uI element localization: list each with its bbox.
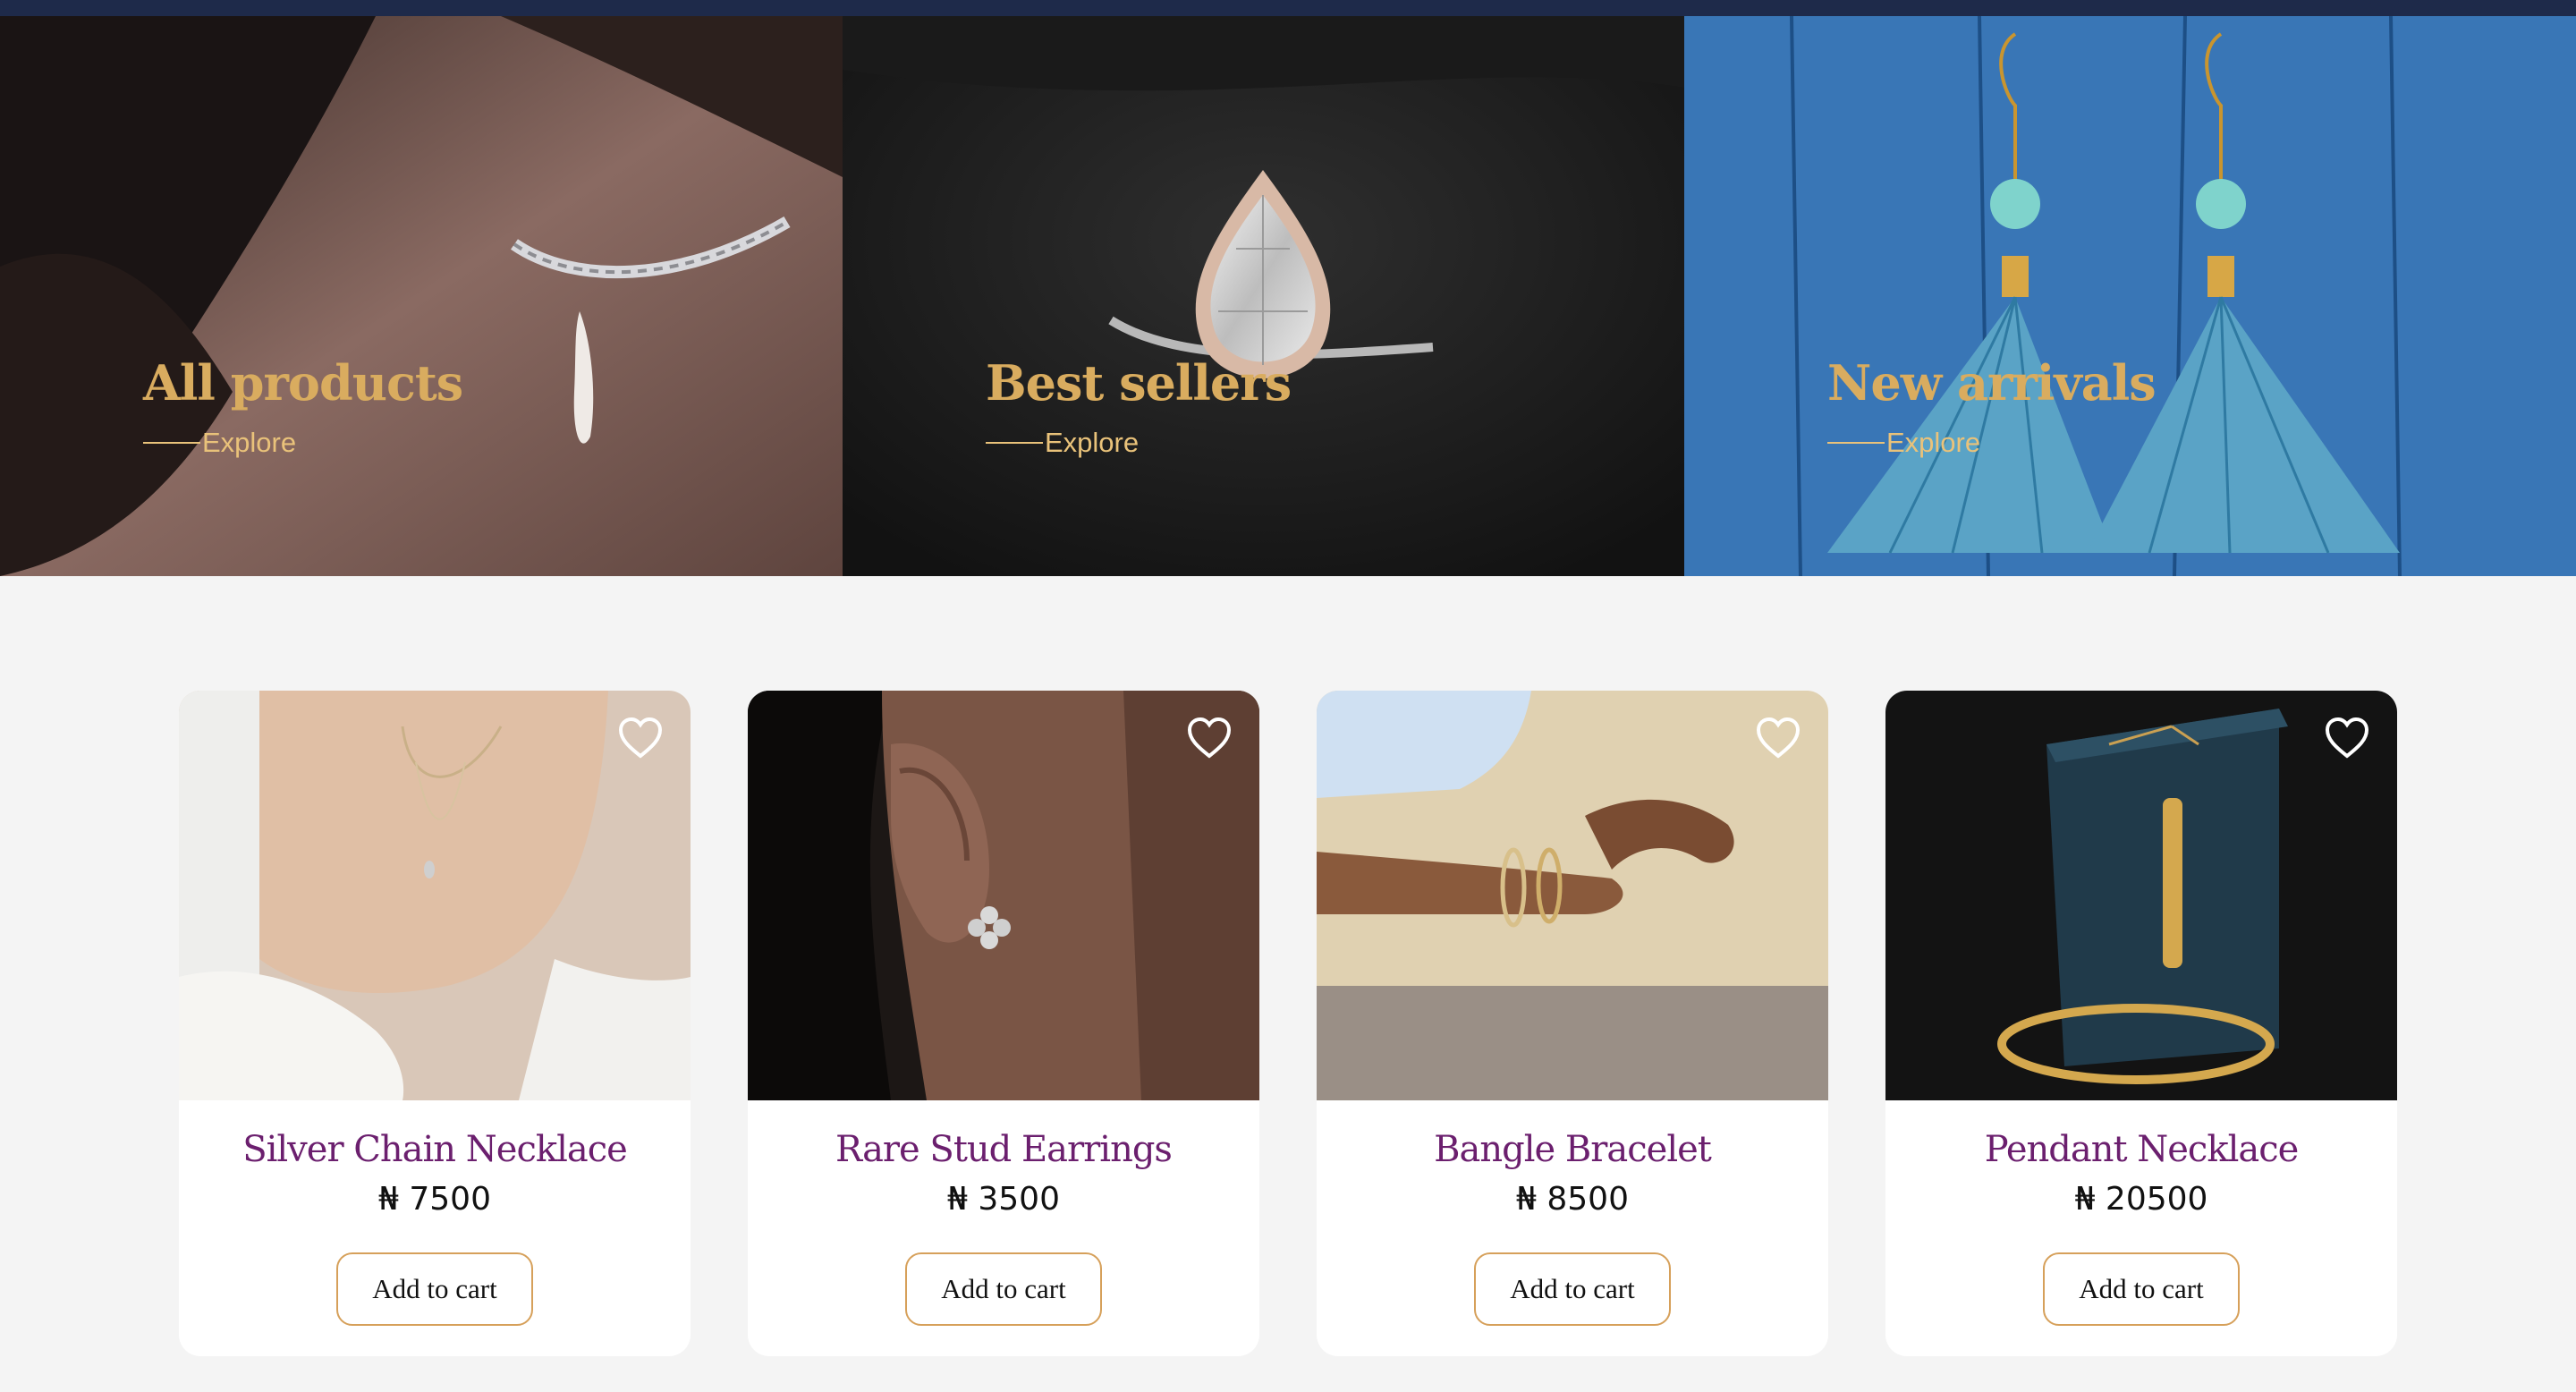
banner-title: All products — [143, 354, 463, 412]
category-banner-all-products[interactable]: All products Explore — [0, 16, 843, 576]
product-card[interactable]: Pendant Necklace ₦ 20500 Add to cart — [1885, 691, 2397, 1356]
banner-title: Best sellers — [986, 354, 1292, 412]
explore-label: Explore — [202, 427, 297, 458]
pendant-photo — [1885, 691, 2397, 1100]
category-banner-best-sellers[interactable]: Best sellers Explore — [843, 16, 1684, 576]
explore-line — [143, 442, 200, 444]
heart-outline-icon[interactable] — [2324, 716, 2370, 762]
explore-link[interactable]: Explore — [1827, 427, 1980, 459]
product-price: ₦ 20500 — [2074, 1181, 2208, 1218]
heart-outline-icon[interactable] — [1755, 716, 1801, 762]
product-name: Rare Stud Earrings — [835, 1129, 1173, 1170]
category-banner-new-arrivals[interactable]: New arrivals Explore — [1684, 16, 2576, 576]
explore-link[interactable]: Explore — [143, 427, 296, 459]
explore-line — [986, 442, 1043, 444]
add-to-cart-button[interactable]: Add to cart — [336, 1252, 533, 1326]
product-image[interactable] — [179, 691, 691, 1100]
add-to-cart-button[interactable]: Add to cart — [905, 1252, 1102, 1326]
heart-outline-icon[interactable] — [1186, 716, 1233, 762]
new-arrivals-banner-image — [1684, 16, 2576, 576]
add-to-cart-button[interactable]: Add to cart — [2043, 1252, 2240, 1326]
product-price: ₦ 7500 — [378, 1181, 491, 1218]
product-image[interactable] — [748, 691, 1259, 1100]
banner-title: New arrivals — [1827, 354, 2157, 412]
product-price: ₦ 3500 — [947, 1181, 1060, 1218]
all-products-banner-image — [0, 16, 843, 576]
product-card[interactable]: Silver Chain Necklace ₦ 7500 Add to cart — [179, 691, 691, 1356]
add-to-cart-button[interactable]: Add to cart — [1474, 1252, 1671, 1326]
product-image[interactable] — [1885, 691, 2397, 1100]
product-image[interactable] — [1317, 691, 1828, 1100]
product-name: Bangle Bracelet — [1434, 1129, 1712, 1170]
explore-label: Explore — [1886, 427, 1981, 458]
top-nav-strip — [0, 0, 2576, 16]
product-price: ₦ 8500 — [1516, 1181, 1629, 1218]
explore-label: Explore — [1045, 427, 1140, 458]
necklace-photo — [179, 691, 691, 1100]
product-name: Silver Chain Necklace — [242, 1129, 628, 1170]
best-sellers-banner-image — [843, 16, 1684, 576]
explore-link[interactable]: Explore — [986, 427, 1139, 459]
earrings-photo — [748, 691, 1259, 1100]
product-card[interactable]: Rare Stud Earrings ₦ 3500 Add to cart — [748, 691, 1259, 1356]
explore-line — [1827, 442, 1885, 444]
product-name: Pendant Necklace — [1984, 1129, 2300, 1170]
product-card[interactable]: Bangle Bracelet ₦ 8500 Add to cart — [1317, 691, 1828, 1356]
heart-outline-icon[interactable] — [617, 716, 664, 762]
bracelet-photo — [1317, 691, 1828, 1100]
